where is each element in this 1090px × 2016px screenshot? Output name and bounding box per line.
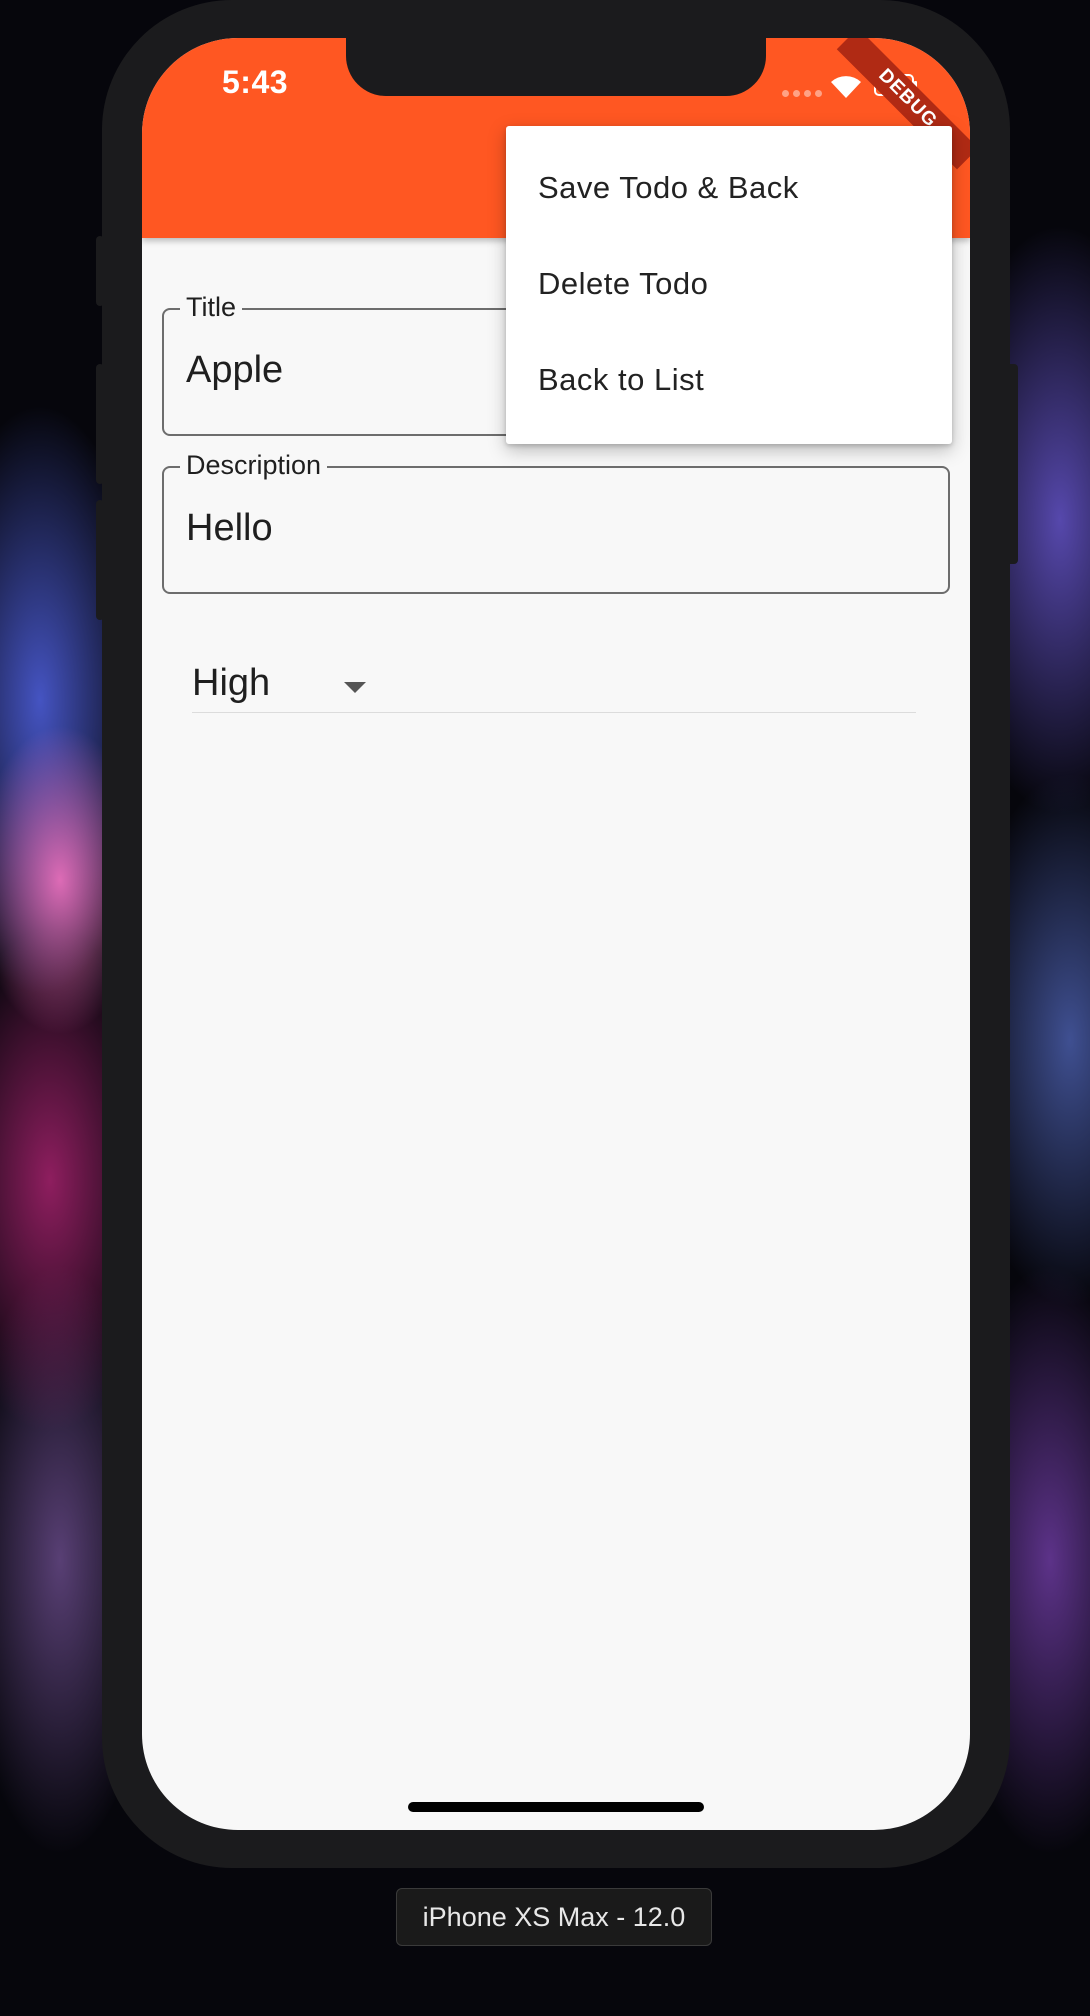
simulator-device-label: iPhone XS Max - 12.0 [396,1888,712,1946]
title-field-label: Title [180,292,243,322]
description-field-label: Description [180,450,328,480]
notch [346,38,766,96]
dropdown-arrow-icon [344,682,366,693]
simulator-desktop: 5:43 DEBUG Title Apple Description Hello… [0,0,1090,2016]
menu-item-delete-todo[interactable]: Delete Todo [506,236,952,332]
description-field[interactable]: Description Hello [162,450,950,594]
menu-item-label: Save Todo & Back [538,170,799,205]
menu-item-label: Back to List [538,362,705,397]
description-field-value: Hello [186,507,273,549]
cellular-signal-icon [782,90,822,97]
popup-menu: Save Todo & Back Delete Todo Back to Lis… [506,126,952,444]
menu-item-label: Delete Todo [538,266,709,301]
title-field-value: Apple [186,349,284,391]
wifi-icon [831,76,861,98]
app-screen: 5:43 DEBUG Title Apple Description Hello… [142,38,970,1830]
menu-item-back-to-list[interactable]: Back to List [506,332,952,428]
priority-dropdown[interactable]: High [192,648,916,713]
menu-item-save-todo-back[interactable]: Save Todo & Back [506,140,952,236]
status-time: 5:43 [222,64,289,100]
priority-dropdown-value: High [192,662,271,704]
home-indicator[interactable] [408,1802,704,1812]
